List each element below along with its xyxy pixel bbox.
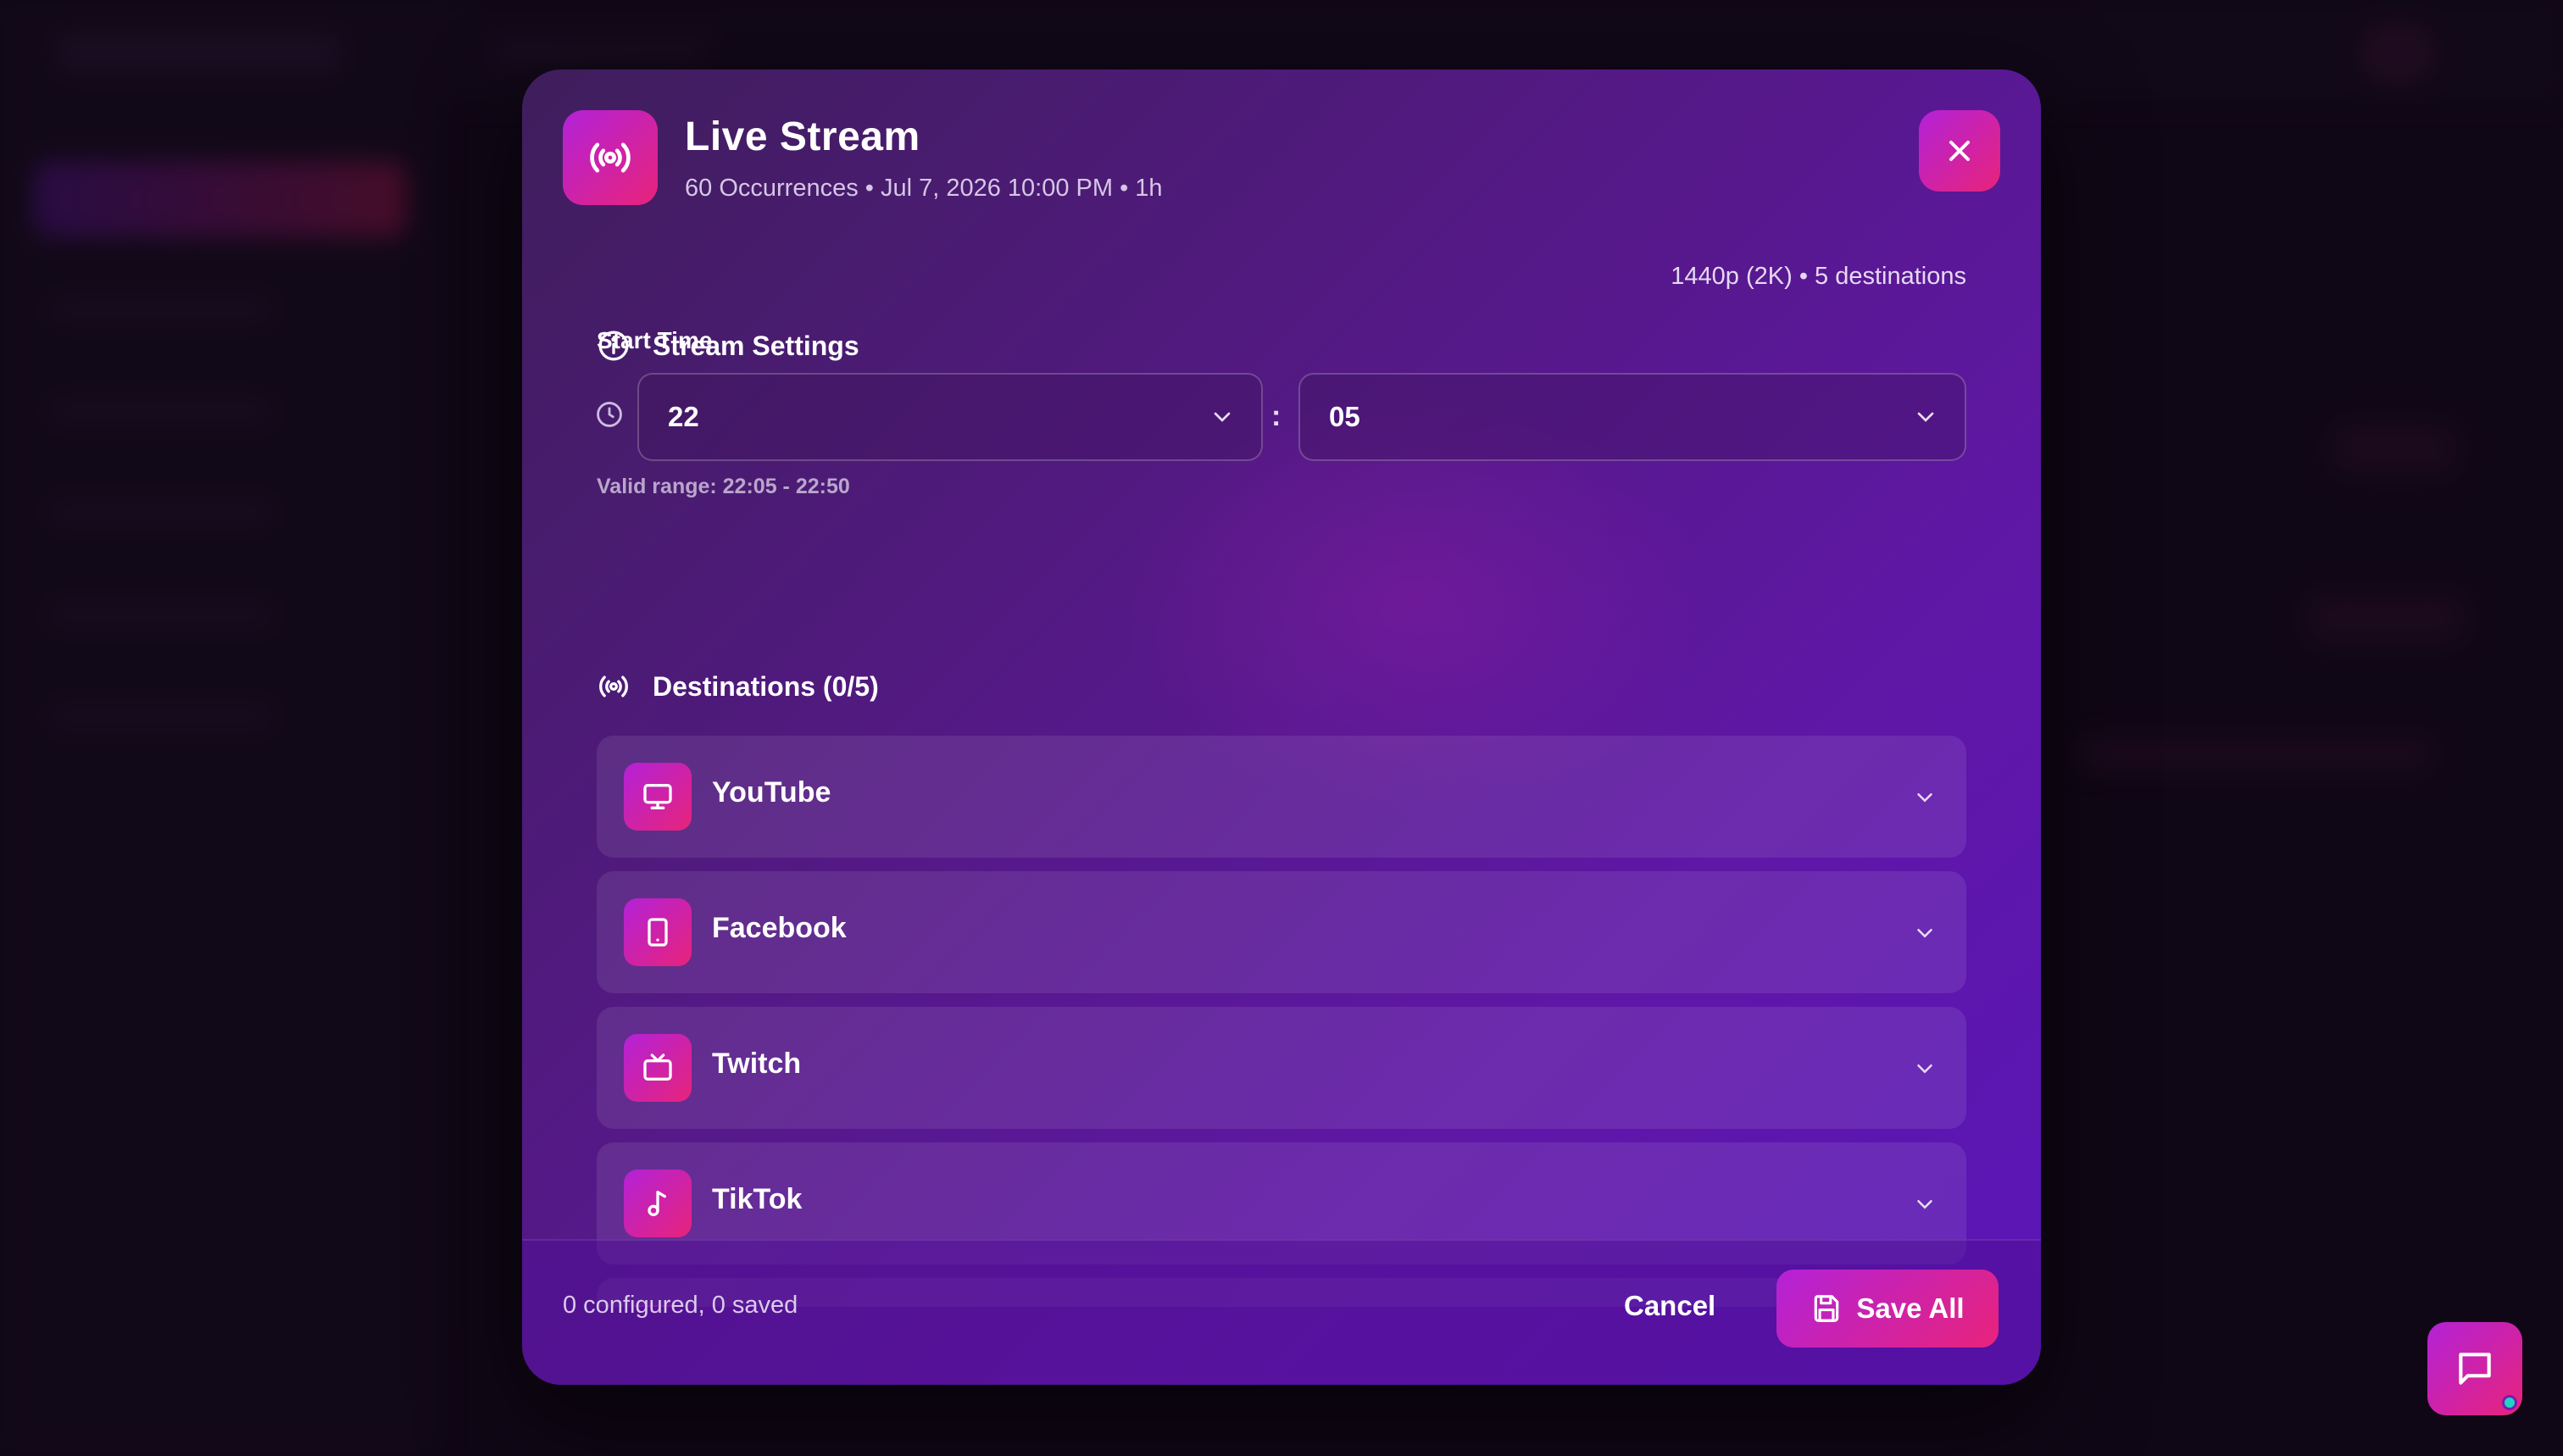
music-note-icon (624, 1170, 692, 1237)
online-status-dot (2502, 1395, 2517, 1410)
close-icon (1949, 141, 1970, 161)
close-button[interactable] (1919, 110, 2000, 192)
save-all-label: Save All (1856, 1292, 1965, 1324)
minute-select[interactable]: 05 (1298, 373, 1966, 461)
destination-label: Facebook (712, 912, 847, 944)
destination-youtube[interactable]: YouTube (597, 736, 1966, 858)
destination-twitch[interactable]: Twitch (597, 1007, 1966, 1129)
modal-subtitle: 60 Occurrences • Jul 7, 2026 10:00 PM • … (685, 175, 1163, 202)
chevron-down-icon (1917, 1064, 1932, 1074)
destination-label: YouTube (712, 776, 831, 809)
modal-footer: 0 configured, 0 saved Cancel Save All (522, 1239, 2041, 1385)
chevron-down-icon (1214, 412, 1231, 422)
hour-value: 22 (668, 401, 699, 432)
destinations-list[interactable]: YouTube Facebook Twitch TikTok (597, 666, 1966, 1307)
chevron-down-icon (1917, 1200, 1932, 1209)
chat-button[interactable] (2427, 1322, 2522, 1415)
hour-select[interactable]: 22 (637, 373, 1263, 461)
tablet-icon (624, 898, 692, 966)
save-all-button[interactable]: Save All (1776, 1270, 1999, 1348)
chevron-down-icon (1917, 793, 1932, 803)
stream-meta: 1440p (2K) • 5 destinations (1671, 263, 1966, 290)
cancel-button[interactable]: Cancel (1624, 1290, 1715, 1322)
destination-facebook[interactable]: Facebook (597, 871, 1966, 993)
broadcast-icon (563, 110, 658, 205)
valid-range-hint: Valid range: 22:05 - 22:50 (597, 475, 850, 498)
tv-icon (624, 1034, 692, 1102)
time-separator: : (1271, 400, 1282, 432)
chat-icon (2459, 1353, 2491, 1385)
footer-status: 0 configured, 0 saved (563, 1292, 798, 1319)
live-stream-modal: Live Stream 60 Occurrences • Jul 7, 2026… (522, 69, 2041, 1385)
chevron-down-icon (1917, 929, 1932, 938)
save-icon (1815, 1295, 1839, 1322)
minute-value: 05 (1329, 401, 1360, 432)
destination-label: Twitch (712, 1048, 802, 1080)
start-time-label: Start Time (597, 327, 713, 353)
monitor-icon (624, 763, 692, 831)
modal-title: Live Stream (685, 114, 920, 159)
chevron-down-icon (1917, 412, 1934, 422)
clock-icon (597, 402, 622, 427)
destination-label: TikTok (712, 1183, 803, 1215)
